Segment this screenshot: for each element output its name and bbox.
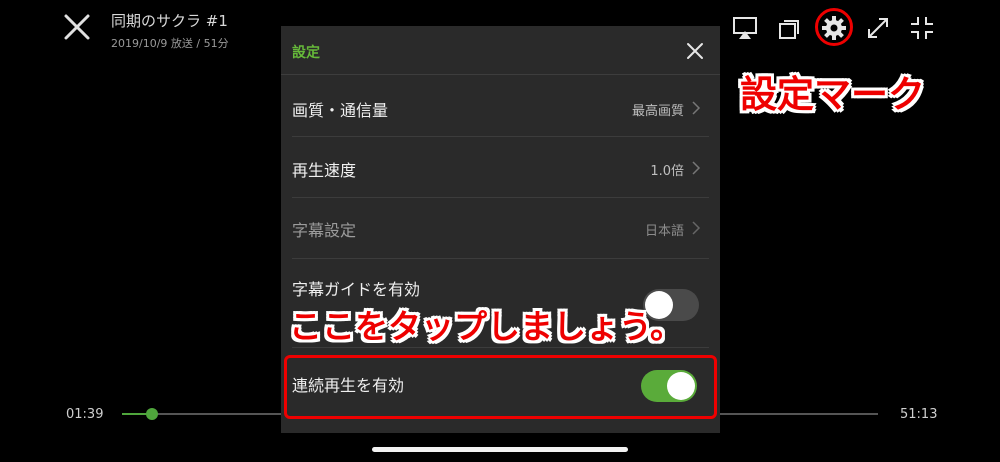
airplay-icon[interactable] — [731, 14, 759, 42]
total-time: 51:13 — [900, 407, 938, 422]
settings-title: 設定 — [292, 45, 320, 61]
chevron-right-icon — [692, 221, 701, 235]
video-subtitle: 2019/10/9 放送 / 51分 — [111, 37, 229, 50]
settings-row-caption[interactable]: 字幕設定 日本語 — [292, 198, 709, 259]
close-icon[interactable] — [62, 12, 92, 42]
close-icon[interactable] — [685, 41, 705, 61]
expand-icon[interactable] — [864, 14, 892, 42]
speed-label: 再生速度 — [292, 161, 357, 180]
caption-value: 日本語 — [644, 224, 684, 239]
subtitle-guide-label: 字幕ガイドを有効 — [292, 280, 421, 299]
chevron-right-icon — [692, 101, 701, 115]
quality-label: 画質・通信量 — [292, 101, 389, 120]
home-indicator — [372, 447, 628, 452]
quality-value: 最高画質 — [631, 104, 684, 119]
speed-value: 1.0倍 — [650, 164, 684, 179]
elapsed-time: 01:39 — [66, 407, 104, 422]
gear-highlight-circle — [815, 8, 853, 46]
multi-window-icon[interactable] — [776, 14, 804, 42]
continuous-highlight-box — [284, 355, 717, 419]
caption-label: 字幕設定 — [292, 221, 357, 240]
tap-annotation: ここをタップしましょう。 — [289, 307, 684, 346]
shrink-icon[interactable] — [908, 14, 936, 42]
gear-annotation: 設定マーク — [740, 73, 925, 116]
seek-handle[interactable] — [146, 408, 158, 420]
video-title: 同期のサクラ #1 — [111, 12, 228, 30]
settings-row-quality[interactable]: 画質・通信量 最高画質 — [292, 76, 709, 137]
chevron-right-icon — [692, 161, 701, 175]
settings-row-speed[interactable]: 再生速度 1.0倍 — [292, 137, 709, 198]
settings-header: 設定 — [281, 26, 720, 75]
